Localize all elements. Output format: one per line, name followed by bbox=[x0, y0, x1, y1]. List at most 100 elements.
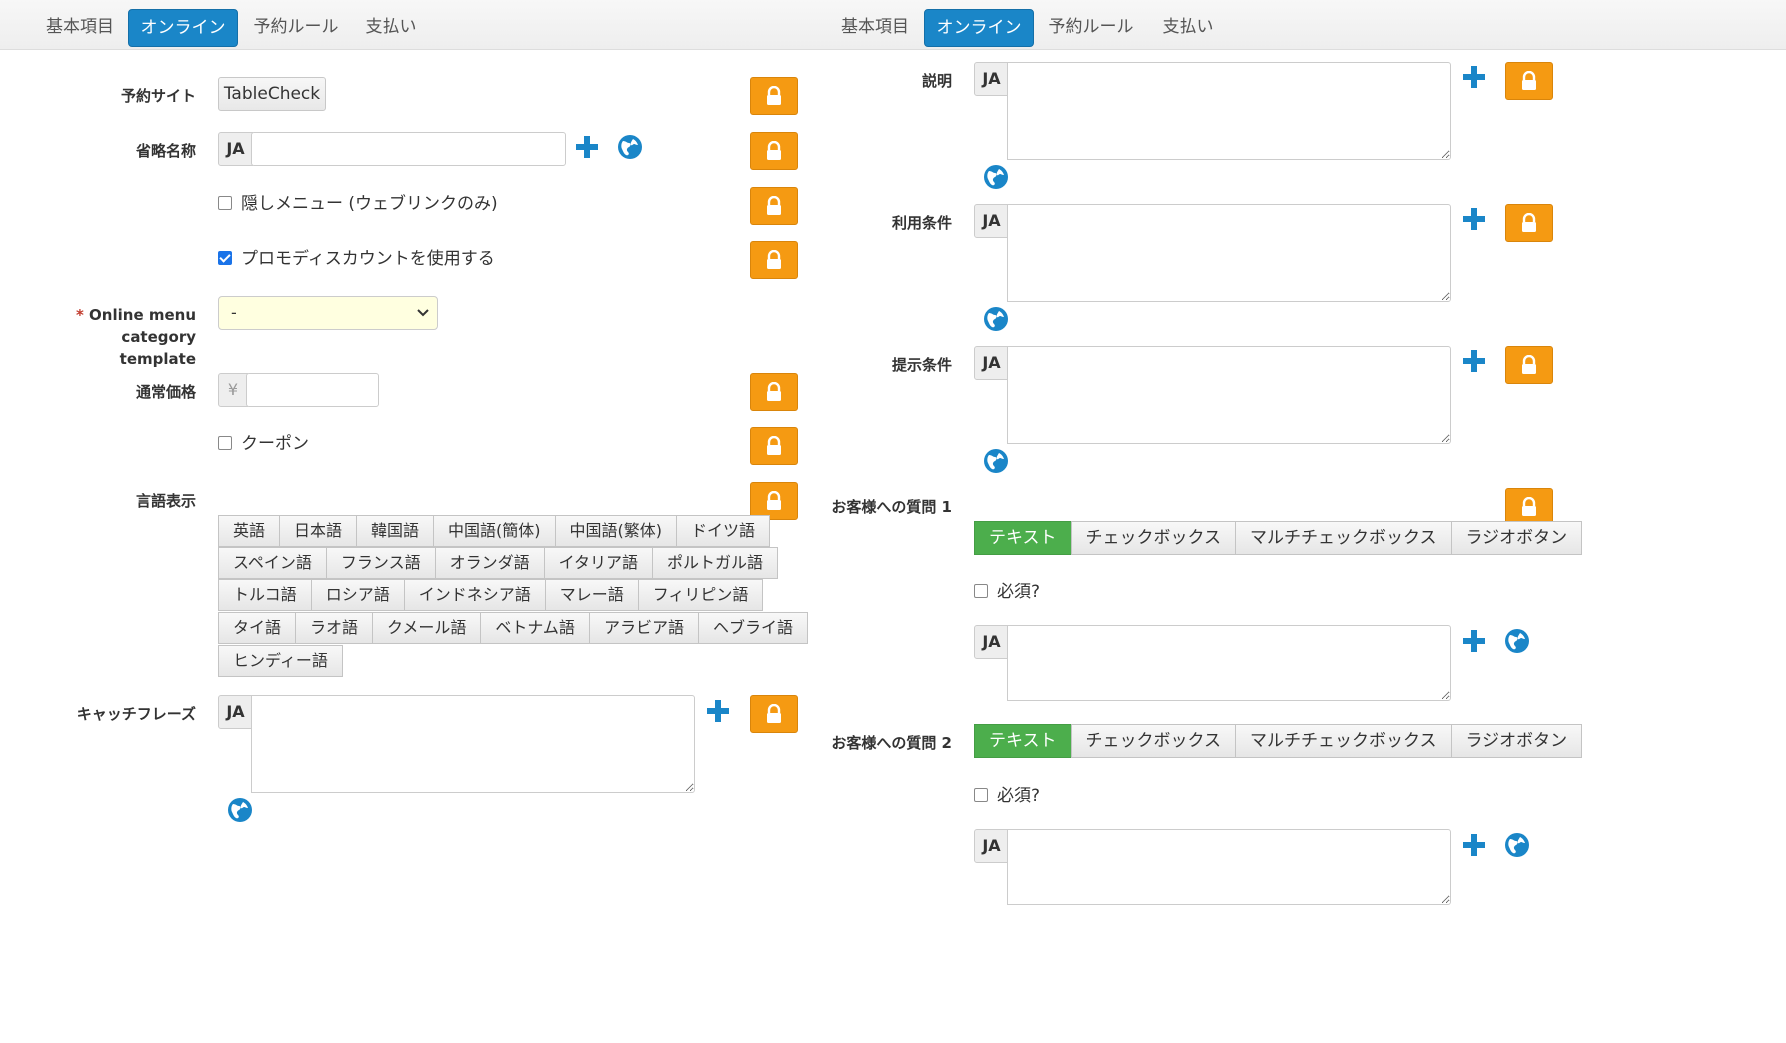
globe-icon[interactable] bbox=[983, 306, 1009, 332]
language-button[interactable]: ラオ語 bbox=[295, 612, 374, 644]
language-button[interactable]: スペイン語 bbox=[218, 547, 327, 579]
lang-addon: JA bbox=[974, 625, 1009, 659]
checkbox-box[interactable] bbox=[218, 436, 232, 450]
language-row-3: トルコ語 ロシア語 インドネシア語 マレー語 フィリピン語 bbox=[218, 579, 764, 611]
lock-button[interactable] bbox=[1505, 346, 1553, 384]
language-button[interactable]: 中国語(繁体) bbox=[554, 515, 678, 547]
checkbox-box[interactable] bbox=[218, 196, 232, 210]
tab-rules-2[interactable]: 予約ルール bbox=[1043, 9, 1139, 45]
lang-addon: JA bbox=[218, 695, 253, 729]
booking-site-button[interactable]: TableCheck bbox=[218, 77, 326, 111]
type-radio-button[interactable]: ラジオボタン bbox=[1450, 521, 1583, 555]
tab-online[interactable]: オンライン bbox=[128, 9, 238, 47]
plus-icon[interactable] bbox=[575, 135, 599, 159]
tab-rules[interactable]: 予約ルール bbox=[248, 9, 344, 45]
globe-icon[interactable] bbox=[617, 134, 643, 160]
lock-button[interactable] bbox=[750, 132, 798, 170]
conditions-textarea[interactable] bbox=[1007, 346, 1451, 444]
language-button[interactable]: フランス語 bbox=[325, 547, 436, 579]
tab-payment-2[interactable]: 支払い bbox=[1155, 9, 1221, 45]
type-radio-button[interactable]: ラジオボタン bbox=[1450, 724, 1583, 758]
tab-online-2[interactable]: オンライン bbox=[924, 9, 1034, 47]
lock-button[interactable] bbox=[750, 695, 798, 733]
promo-label: プロモディスカウントを使用する bbox=[241, 249, 495, 269]
lock-button[interactable] bbox=[750, 241, 798, 279]
lock-button[interactable] bbox=[750, 187, 798, 225]
checkbox-box-checked[interactable] bbox=[218, 251, 232, 265]
language-button[interactable]: イタリア語 bbox=[543, 547, 653, 579]
checkbox-box[interactable] bbox=[974, 788, 988, 802]
language-button[interactable]: インドネシア語 bbox=[403, 579, 546, 611]
hidden-menu-checkbox[interactable]: 隠しメニュー (ウェブリンクのみ) bbox=[218, 189, 498, 214]
language-button[interactable]: タイ語 bbox=[218, 612, 297, 644]
lock-button[interactable] bbox=[1505, 204, 1553, 242]
currency-addon: ¥ bbox=[218, 373, 248, 407]
price-input[interactable] bbox=[246, 373, 379, 407]
language-button[interactable]: マレー語 bbox=[544, 579, 639, 611]
language-button[interactable]: ヒンディー語 bbox=[218, 645, 343, 677]
language-button[interactable]: ロシア語 bbox=[310, 579, 405, 611]
language-button[interactable]: 中国語(簡体) bbox=[433, 515, 556, 547]
globe-icon[interactable] bbox=[983, 448, 1009, 474]
plus-icon[interactable] bbox=[1462, 833, 1486, 857]
plus-icon[interactable] bbox=[1462, 349, 1486, 373]
lang-addon: JA bbox=[974, 346, 1009, 380]
lock-icon bbox=[767, 250, 781, 269]
tab-basic-2[interactable]: 基本項目 bbox=[833, 9, 917, 45]
language-button[interactable]: アラビア語 bbox=[588, 612, 699, 644]
lock-button[interactable] bbox=[750, 77, 798, 115]
language-button[interactable]: オランダ語 bbox=[434, 547, 545, 579]
language-button[interactable]: フィリピン語 bbox=[637, 579, 764, 611]
globe-icon[interactable] bbox=[983, 164, 1009, 190]
plus-icon[interactable] bbox=[706, 699, 730, 723]
language-button[interactable]: 英語 bbox=[218, 515, 281, 547]
language-button[interactable]: ドイツ語 bbox=[676, 515, 771, 547]
question1-required-checkbox[interactable]: 必須? bbox=[974, 577, 1040, 602]
checkbox-box[interactable] bbox=[974, 584, 988, 598]
plus-icon[interactable] bbox=[1462, 207, 1486, 231]
language-row-4: タイ語 ラオ語 クメール語 ベトナム語 アラビア語 ヘブライ語 bbox=[218, 612, 808, 644]
globe-icon[interactable] bbox=[1504, 628, 1530, 654]
question2-required-checkbox[interactable]: 必須? bbox=[974, 781, 1040, 806]
lock-button[interactable] bbox=[750, 427, 798, 465]
lock-icon bbox=[767, 141, 781, 160]
promo-checkbox[interactable]: プロモディスカウントを使用する bbox=[218, 244, 495, 269]
type-checkbox-button[interactable]: チェックボックス bbox=[1070, 521, 1236, 555]
question1-textarea[interactable] bbox=[1007, 625, 1451, 701]
lock-icon bbox=[767, 196, 781, 215]
category-label-line2: template bbox=[119, 350, 196, 368]
language-button[interactable]: 韓国語 bbox=[356, 515, 435, 547]
language-display-label: 言語表示 bbox=[135, 492, 196, 510]
catchphrase-textarea[interactable] bbox=[251, 695, 695, 793]
type-checkbox-button[interactable]: チェックボックス bbox=[1070, 724, 1236, 758]
tab-basic[interactable]: 基本項目 bbox=[38, 9, 122, 45]
plus-icon[interactable] bbox=[1462, 65, 1486, 89]
type-text-button[interactable]: テキスト bbox=[974, 724, 1072, 758]
category-template-select[interactable]: - bbox=[218, 296, 438, 330]
language-button[interactable]: 日本語 bbox=[279, 515, 358, 547]
plus-icon[interactable] bbox=[1462, 629, 1486, 653]
question1-type-group: テキスト チェックボックス マルチチェックボックス ラジオボタン bbox=[974, 521, 1583, 555]
required-label: 必須? bbox=[997, 786, 1041, 806]
type-text-button[interactable]: テキスト bbox=[974, 521, 1072, 555]
terms-textarea[interactable] bbox=[1007, 204, 1451, 302]
language-row-5: ヒンディー語 bbox=[218, 645, 343, 677]
lock-button[interactable] bbox=[1505, 62, 1553, 100]
required-label: 必須? bbox=[997, 582, 1041, 602]
lock-button[interactable] bbox=[750, 373, 798, 411]
language-button[interactable]: ベトナム語 bbox=[480, 612, 590, 644]
short-name-input[interactable] bbox=[251, 132, 566, 166]
language-button[interactable]: ポルトガル語 bbox=[651, 547, 778, 579]
description-textarea[interactable] bbox=[1007, 62, 1451, 160]
category-label-line1: Online menu category bbox=[89, 306, 196, 346]
language-button[interactable]: トルコ語 bbox=[218, 579, 312, 611]
globe-icon[interactable] bbox=[1504, 832, 1530, 858]
language-button[interactable]: ヘブライ語 bbox=[697, 612, 808, 644]
type-multicheckbox-button[interactable]: マルチチェックボックス bbox=[1235, 521, 1452, 555]
language-button[interactable]: クメール語 bbox=[372, 612, 482, 644]
globe-icon[interactable] bbox=[227, 797, 253, 823]
question2-textarea[interactable] bbox=[1007, 829, 1451, 905]
coupon-checkbox[interactable]: クーポン bbox=[218, 429, 309, 454]
tab-payment[interactable]: 支払い bbox=[358, 9, 424, 45]
type-multicheckbox-button[interactable]: マルチチェックボックス bbox=[1235, 724, 1452, 758]
